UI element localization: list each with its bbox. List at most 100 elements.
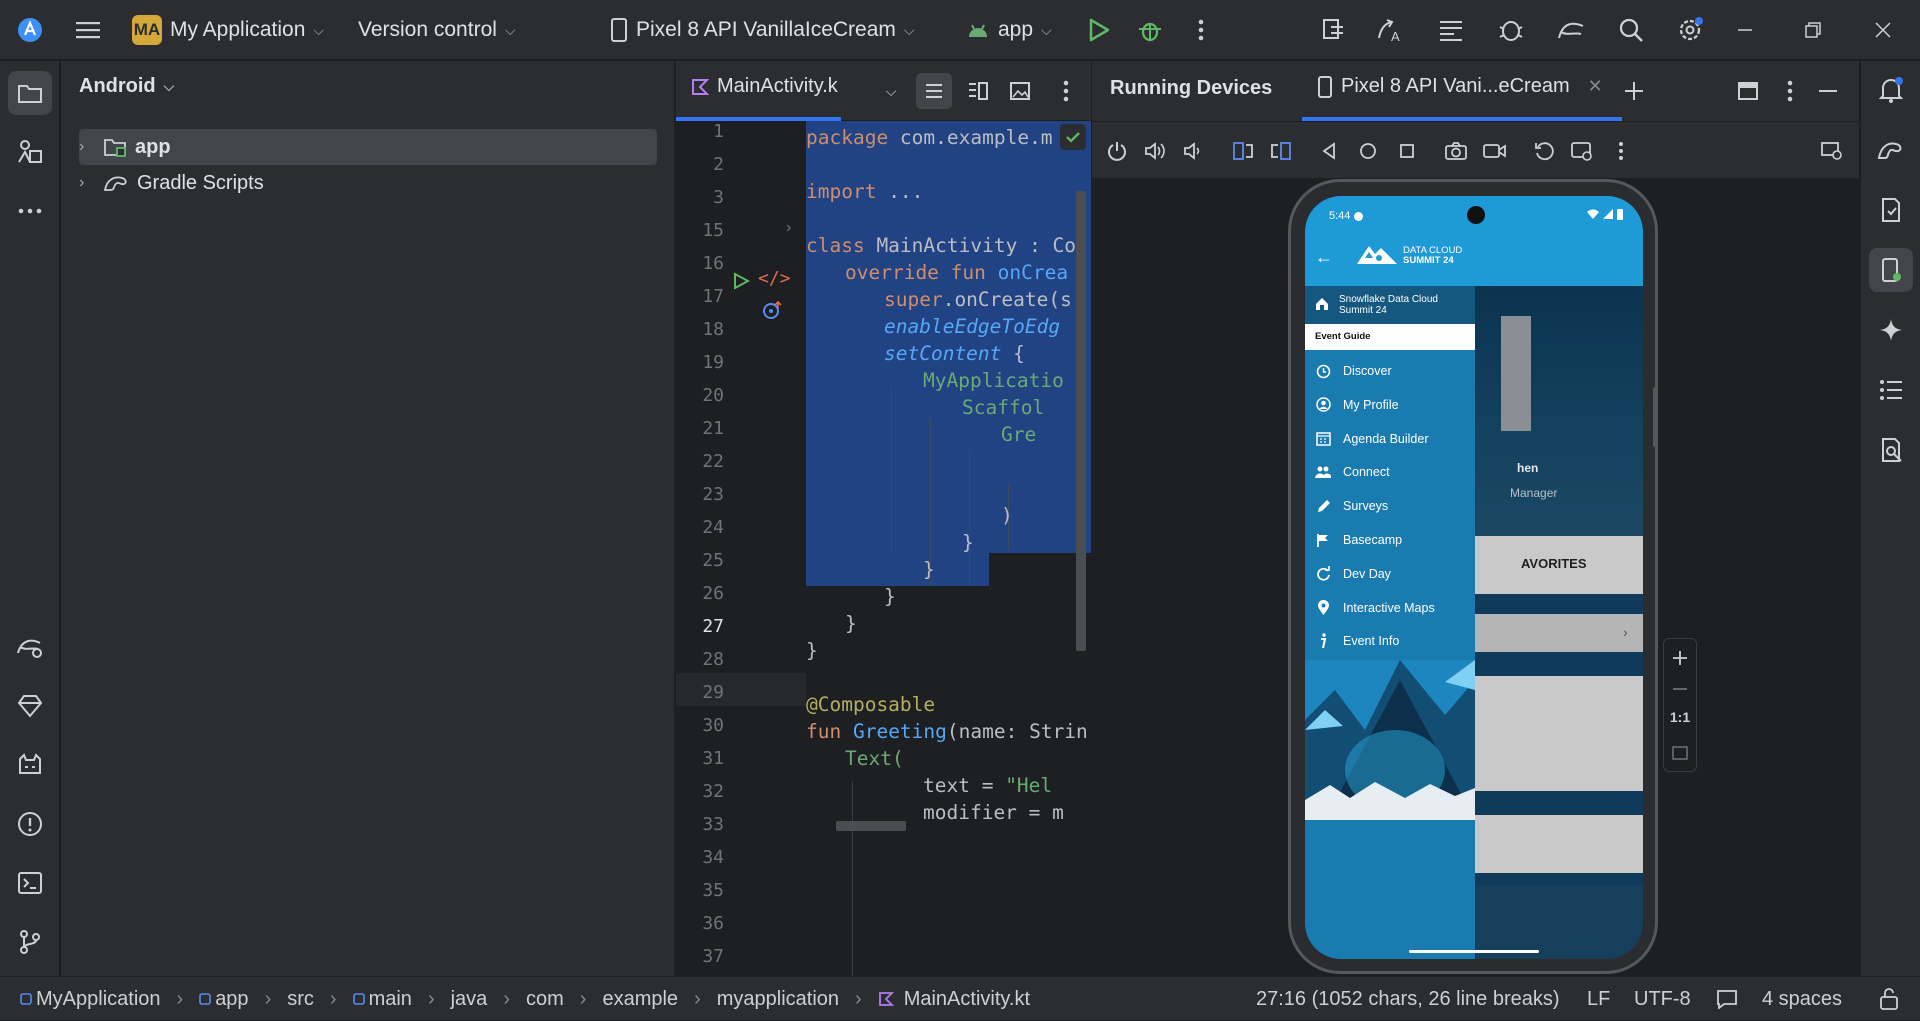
lock-icon[interactable] [1879,977,1899,1021]
app-inspection-icon[interactable] [10,627,50,667]
drawer-item-discover[interactable]: Discover [1305,354,1475,388]
breadcrumb-item[interactable]: src [287,988,314,1011]
tabs-dropdown-icon[interactable]: ⌵ [876,71,906,111]
tree-item-gradle-scripts[interactable]: › Gradle Scripts [79,166,719,200]
rotate-right-icon[interactable] [1261,131,1301,171]
device-manager-icon[interactable] [1551,10,1591,50]
breadcrumb-item[interactable]: java [451,988,488,1011]
mirror-icon[interactable] [1812,131,1852,171]
zoom-in-icon[interactable] [1664,642,1696,674]
android-studio-logo-icon[interactable] [10,10,50,50]
main-menu-icon[interactable] [68,10,108,50]
sdk-manager-icon[interactable] [1491,10,1531,50]
run-gutter-icon[interactable] [732,272,750,290]
zoom-fit-icon[interactable] [1664,737,1696,769]
breadcrumb-item[interactable]: MainActivity.kt [878,988,1030,1011]
vertical-scrollbar[interactable] [1076,191,1086,651]
check-icon[interactable] [1060,124,1086,150]
device-screen[interactable]: hen Manager AVORITES › 5:44 ← DATA CLOUD… [1305,196,1643,959]
project-tool-icon[interactable] [8,71,52,115]
translate-icon[interactable]: A [1370,10,1410,50]
screenshot-icon[interactable] [1436,131,1476,171]
drawer-item-interactive-maps[interactable]: Interactive Maps [1305,591,1475,625]
logcat-cat-icon[interactable] [10,745,50,785]
gradle-tool-icon[interactable] [1871,130,1911,170]
power-icon[interactable] [1097,131,1137,171]
more-tools-icon[interactable] [10,191,50,231]
overview-icon[interactable] [1387,131,1427,171]
horizontal-scrollbar[interactable] [836,821,906,831]
gesture-bar[interactable] [1409,950,1539,953]
device-more-icon[interactable] [1601,131,1641,171]
gemini-icon[interactable] [1871,310,1911,350]
comment-icon[interactable] [1716,977,1738,1021]
project-view-selector[interactable]: Android ⌵ [79,75,174,98]
problems-icon[interactable] [10,804,50,844]
git-branch-icon[interactable] [10,922,50,962]
drawer-item-surveys[interactable]: Surveys [1305,489,1475,523]
rotate-left-icon[interactable] [1223,131,1263,171]
back-arrow-icon[interactable]: ← [1313,246,1335,268]
breadcrumb-item[interactable]: main [352,988,412,1011]
extended-controls-icon[interactable] [1562,131,1602,171]
screen-record-icon[interactable] [1475,131,1515,171]
structure-list-icon[interactable] [1871,370,1911,410]
back-icon[interactable] [1309,131,1349,171]
editor-tab-mainactivity[interactable]: MainActivity.k [691,75,838,98]
drawer-item-my-profile[interactable]: My Profile [1305,388,1475,422]
zoom-out-icon[interactable] [1664,673,1696,705]
editor-more-icon[interactable] [1048,73,1084,109]
run-config-selector[interactable]: app ⌵ [966,12,1052,48]
breadcrumb-item[interactable]: app [199,988,249,1011]
layout-inspector-icon[interactable] [1871,430,1911,470]
more-actions-icon[interactable] [1181,10,1221,50]
breadcrumb-item[interactable]: myapplication [717,988,839,1011]
reset-icon[interactable] [1524,131,1564,171]
close-tab-icon[interactable]: ✕ [1588,76,1603,97]
notifications-icon[interactable] [1871,70,1911,110]
line-separator[interactable]: LF [1587,977,1610,1021]
override-icon[interactable] [762,300,782,320]
drawer-item-connect[interactable]: Connect [1305,455,1475,489]
logcat-icon[interactable] [1431,10,1471,50]
device-tab[interactable]: Pixel 8 API Vani...eCream ✕ [1317,75,1603,98]
drawer-item-dev-day[interactable]: Dev Day [1305,557,1475,591]
caret-position[interactable]: 27:16 (1052 chars, 26 line breaks) [1256,977,1560,1021]
code-view-icon[interactable] [916,73,952,109]
settings-icon[interactable] [1670,10,1710,50]
breadcrumb-item[interactable]: example [602,988,678,1011]
breadcrumb-item[interactable]: MyApplication [20,988,161,1011]
version-control-menu[interactable]: Version control ⌵ [358,12,516,48]
running-devices-tool-icon[interactable] [1869,248,1913,292]
add-device-icon[interactable] [1614,71,1654,111]
code-area[interactable]: package com.example.m import ... class M… [806,121,1091,976]
search-icon[interactable] [1611,10,1651,50]
device-selector[interactable]: Pixel 8 API VanillaIceCream ⌵ [610,12,915,48]
gem-icon[interactable] [10,686,50,726]
home-icon[interactable] [1348,131,1388,171]
code-tag-icon[interactable]: </> [758,268,791,289]
split-view-icon[interactable] [960,73,996,109]
minimize-window-icon[interactable] [1725,10,1765,50]
terminal-icon[interactable] [10,863,50,903]
indent-setting[interactable]: 4 spaces [1762,977,1842,1021]
project-selector[interactable]: MA My Application ⌵ [132,12,324,48]
restore-window-icon[interactable] [1793,10,1833,50]
project-structure-icon[interactable] [1314,10,1354,50]
file-encoding[interactable]: UTF-8 [1634,977,1691,1021]
zoom-actual-size[interactable]: 1:1 [1664,709,1696,725]
drawer-item-agenda-builder[interactable]: Agenda Builder [1305,422,1475,456]
drawer-item-event-info[interactable]: Event Info [1305,624,1475,658]
tree-item-app[interactable]: › app [79,130,719,164]
drawer-item-basecamp[interactable]: Basecamp [1305,523,1475,557]
run-icon[interactable] [1079,10,1119,50]
hide-panel-icon[interactable] [1808,71,1848,111]
debug-icon[interactable] [1130,10,1170,50]
close-window-icon[interactable] [1863,10,1903,50]
device-file-explorer-icon[interactable] [1871,190,1911,230]
breadcrumb-item[interactable]: com [526,988,564,1011]
design-view-icon[interactable] [1002,73,1038,109]
resource-manager-icon[interactable] [10,131,50,171]
volume-down-icon[interactable] [1173,131,1213,171]
panel-options-icon[interactable] [1770,71,1810,111]
